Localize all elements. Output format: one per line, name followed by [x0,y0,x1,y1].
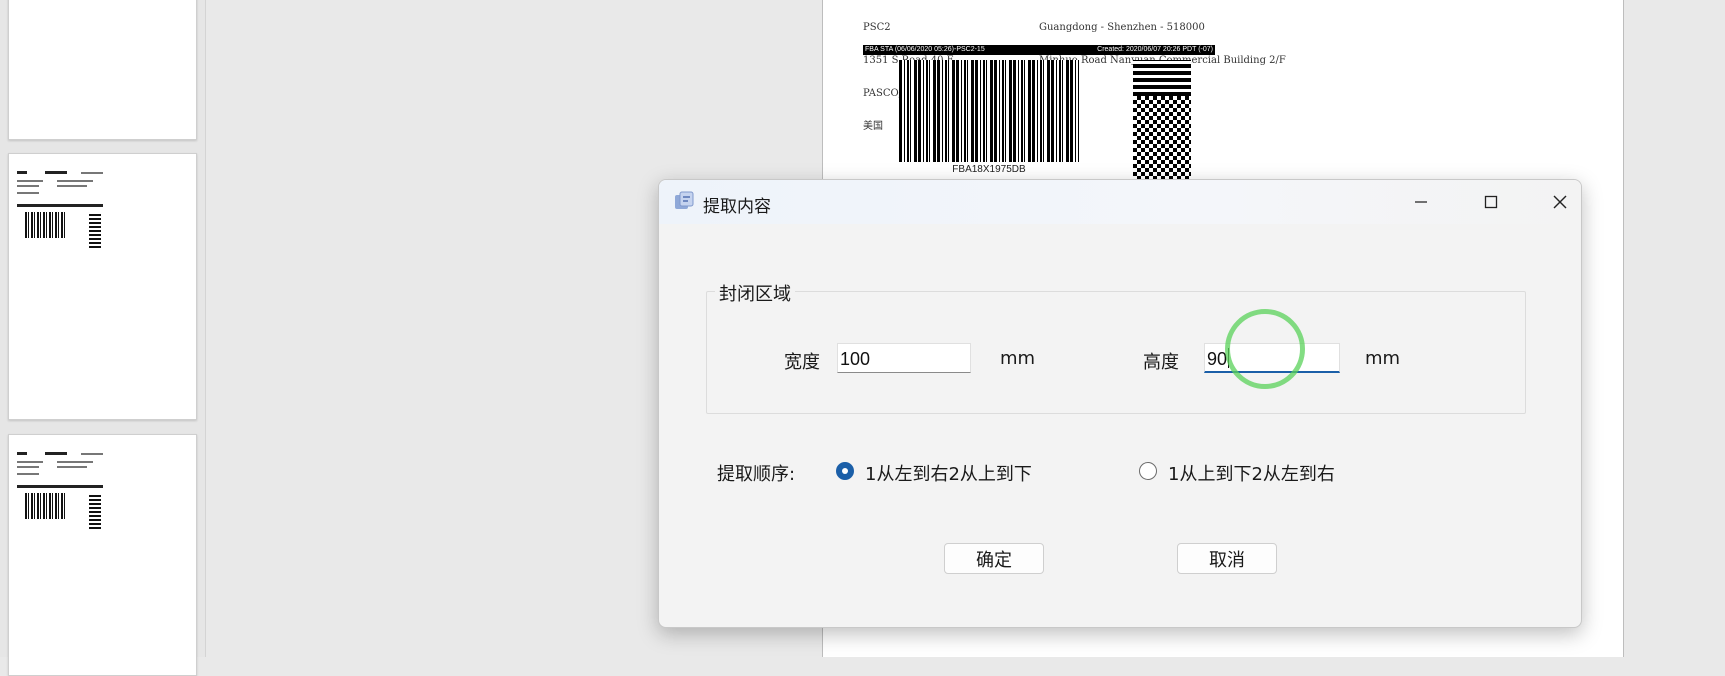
cancel-label: 取消 [1209,549,1245,571]
page-thumbnail-1[interactable] [8,0,197,140]
extract-content-dialog: 提取内容 封闭区域 宽度 100 mm 高度 90 mm 提取顺序: 1从左到右… [658,179,1582,628]
ok-button[interactable]: 确定 [944,543,1044,574]
thumbnail-preview [17,449,107,529]
band-right-text: Created: 2020/06/07 20:26 PDT (-07) [1097,46,1213,53]
thumbnail-preview [17,168,107,248]
order-radio-2[interactable] [1139,462,1157,480]
close-icon [1553,195,1567,209]
pane-divider [205,0,206,657]
app-icon [675,191,694,209]
label-info-band: FBA STA (06/06/2020 05:26)-PSC2-15 Creat… [863,45,1215,55]
page-thumbnails-pane [0,0,205,676]
width-unit: mm [1000,348,1036,369]
order-option-1-label[interactable]: 1从左到右2从上到下 [865,460,1032,486]
width-input[interactable]: 100 [837,343,971,373]
address-line: PSC2 [863,22,891,33]
width-label: 宽度 [784,352,820,373]
2d-barcode-image [1133,60,1191,180]
address-line: Guangdong - Shenzhen - 518000 [1039,22,1205,33]
band-left-text: FBA STA (06/06/2020 05:26)-PSC2-15 [865,46,985,53]
extract-order-label: 提取顺序: [717,464,796,485]
enclosed-area-group [706,291,1526,414]
cancel-button[interactable]: 取消 [1177,543,1277,574]
barcode-image [899,60,1079,162]
maximize-button[interactable] [1468,186,1514,218]
minimize-button[interactable] [1398,186,1444,218]
barcode-label: FBA18X1975DB [952,164,1026,175]
page-thumbnail-3[interactable] [8,434,197,676]
page-thumbnail-2[interactable] [8,153,197,420]
cursor-highlight [1225,309,1305,389]
maximize-icon [1484,195,1498,209]
order-radio-1[interactable] [836,462,854,480]
dialog-title: 提取内容 [703,197,771,217]
height-value: 90 [1207,349,1228,369]
close-button[interactable] [1537,186,1581,218]
dialog-titlebar[interactable]: 提取内容 [659,180,1581,224]
group-title: 封闭区域 [715,280,795,306]
ok-label: 确定 [976,549,1012,571]
minimize-icon [1415,201,1427,203]
width-value: 100 [840,349,871,369]
height-unit: mm [1365,348,1401,369]
height-label: 高度 [1143,352,1179,373]
order-option-2-label[interactable]: 1从上到下2从左到右 [1168,460,1335,486]
